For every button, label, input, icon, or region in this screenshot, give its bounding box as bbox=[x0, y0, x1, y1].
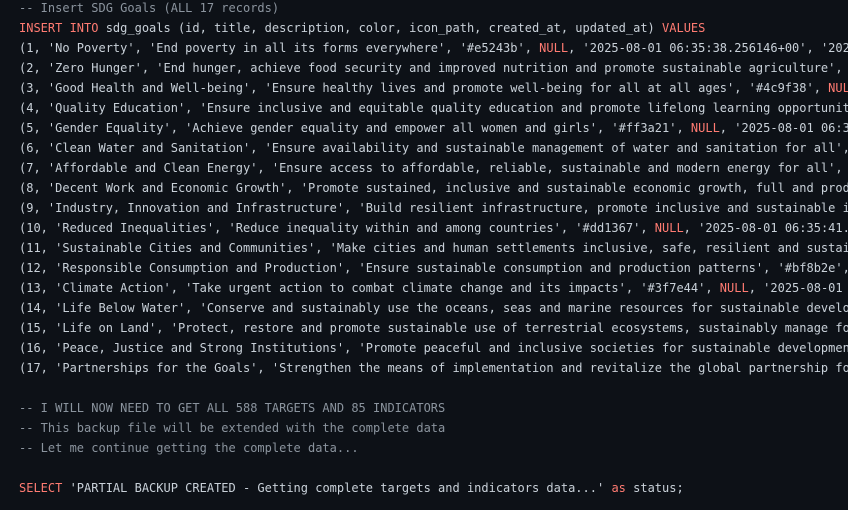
values-row: (1, 'No Poverty', 'End poverty in all it… bbox=[19, 38, 848, 58]
values-row: (5, 'Gender Equality', 'Achieve gender e… bbox=[19, 118, 848, 138]
row-values: (4, 'Quality Education', 'Ensure inclusi… bbox=[19, 101, 848, 115]
comment-insert: -- Insert SDG Goals (ALL 17 records) bbox=[19, 1, 280, 15]
values-row: (4, 'Quality Education', 'Ensure inclusi… bbox=[19, 98, 848, 118]
row-values: (3, 'Good Health and Well-being', 'Ensur… bbox=[19, 81, 829, 95]
values-keyword: VALUES bbox=[662, 21, 706, 35]
row-values: (2, 'Zero Hunger', 'End hunger, achieve … bbox=[19, 61, 848, 75]
values-row: (17, 'Partnerships for the Goals', 'Stre… bbox=[19, 358, 848, 378]
row-values: (10, 'Reduced Inequalities', 'Reduce ine… bbox=[19, 221, 655, 235]
comment-todo: -- I WILL NOW NEED TO GET ALL 588 TARGET… bbox=[19, 401, 446, 415]
row-values-tail: , '2025-08-01 06:35:41.109852+00' bbox=[683, 221, 848, 235]
select-string: 'PARTIAL BACKUP CREATED - Getting comple… bbox=[62, 481, 612, 495]
insert-columns: sdg_goals (id, title, description, color… bbox=[98, 21, 663, 35]
values-row: (10, 'Reduced Inequalities', 'Reduce ine… bbox=[19, 218, 848, 238]
comment-continue: -- Let me continue getting the complete … bbox=[19, 441, 359, 455]
row-values-tail: , '2025-08-01 06:35:42.0 bbox=[748, 281, 843, 295]
row-values: (15, 'Life on Land', 'Protect, restore a… bbox=[19, 321, 848, 335]
row-values: (8, 'Decent Work and Economic Growth', '… bbox=[19, 181, 848, 195]
row-values: (9, 'Industry, Innovation and Infrastruc… bbox=[19, 201, 848, 215]
values-row: (2, 'Zero Hunger', 'End hunger, achieve … bbox=[19, 58, 848, 78]
comment-extend: -- This backup file will be extended wit… bbox=[19, 421, 446, 435]
row-values: (1, 'No Poverty', 'End poverty in all it… bbox=[19, 41, 540, 55]
values-row: (11, 'Sustainable Cities and Communities… bbox=[19, 238, 848, 258]
values-row: (14, 'Life Below Water', 'Conserve and s… bbox=[19, 298, 848, 318]
values-row: (12, 'Responsible Consumption and Produc… bbox=[19, 258, 848, 278]
insert-keyword: INSERT INTO bbox=[19, 21, 99, 35]
values-row: (13, 'Climate Action', 'Take urgent acti… bbox=[19, 278, 848, 298]
select-statement: SELECT 'PARTIAL BACKUP CREATED - Getting… bbox=[19, 478, 684, 498]
row-values: (14, 'Life Below Water', 'Conserve and s… bbox=[19, 301, 848, 315]
values-row: (3, 'Good Health and Well-being', 'Ensur… bbox=[19, 78, 848, 98]
null-keyword: NULL bbox=[654, 221, 684, 235]
null-keyword: NULL bbox=[828, 81, 848, 95]
row-values: (6, 'Clean Water and Sanitation', 'Ensur… bbox=[19, 141, 848, 155]
row-values: (12, 'Responsible Consumption and Produc… bbox=[19, 261, 848, 275]
select-keyword: SELECT bbox=[19, 481, 63, 495]
row-values-tail: , '2025-08-01 06:35:38.256146+00', '2025… bbox=[568, 41, 848, 55]
null-keyword: NULL bbox=[690, 121, 720, 135]
as-keyword: as bbox=[611, 481, 626, 495]
row-values: (17, 'Partnerships for the Goals', 'Stre… bbox=[19, 361, 848, 375]
row-values: (13, 'Climate Action', 'Take urgent acti… bbox=[19, 281, 720, 295]
values-row: (8, 'Decent Work and Economic Growth', '… bbox=[19, 178, 848, 198]
row-values: (7, 'Affordable and Clean Energy', 'Ensu… bbox=[19, 161, 848, 175]
values-row: (7, 'Affordable and Clean Energy', 'Ensu… bbox=[19, 158, 848, 178]
select-end: status; bbox=[625, 481, 684, 495]
values-row: (16, 'Peace, Justice and Strong Institut… bbox=[19, 338, 848, 358]
row-values-tail: , '2025-08-01 06:35:39.49198 bbox=[719, 121, 848, 135]
row-values: (11, 'Sustainable Cities and Communities… bbox=[19, 241, 848, 255]
row-values: (5, 'Gender Equality', 'Achieve gender e… bbox=[19, 121, 691, 135]
row-values: (16, 'Peace, Justice and Strong Institut… bbox=[19, 341, 848, 355]
insert-statement: INSERT INTO sdg_goals (id, title, descri… bbox=[19, 18, 705, 38]
code-editor[interactable]: -- Insert SDG Goals (ALL 17 records) INS… bbox=[0, 0, 848, 510]
values-row: (15, 'Life on Land', 'Protect, restore a… bbox=[19, 318, 848, 338]
values-row: (6, 'Clean Water and Sanitation', 'Ensur… bbox=[19, 138, 848, 158]
null-keyword: NULL bbox=[719, 281, 749, 295]
null-keyword: NULL bbox=[539, 41, 569, 55]
values-row: (9, 'Industry, Innovation and Infrastruc… bbox=[19, 198, 848, 218]
